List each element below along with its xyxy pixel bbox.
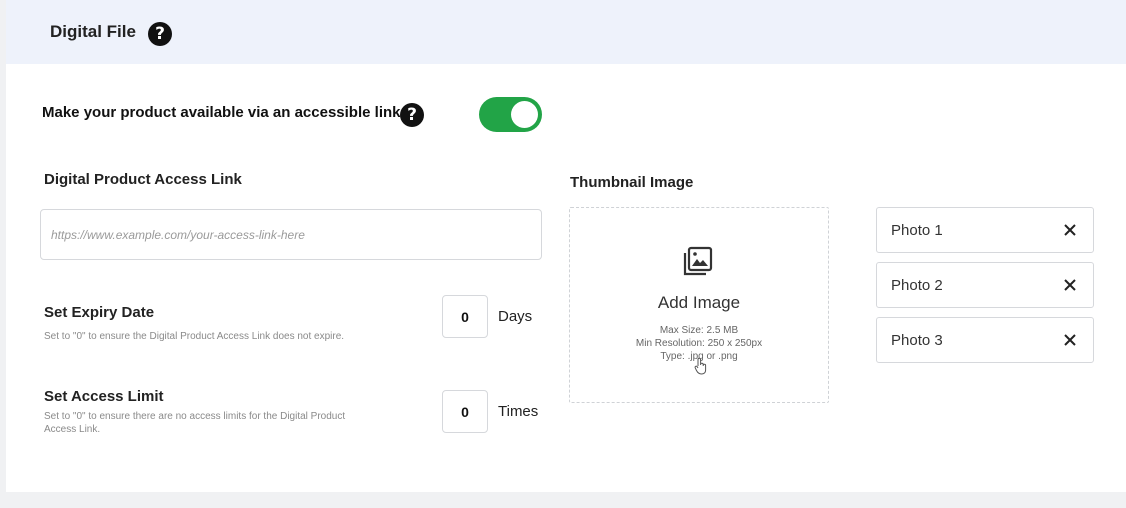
section-title: Digital File	[50, 22, 136, 41]
access-link-label: Digital Product Access Link	[44, 171, 242, 188]
photo-label: Photo 2	[891, 277, 943, 294]
close-icon[interactable]	[1061, 276, 1079, 294]
expiry-unit: Days	[498, 308, 533, 325]
availability-label: Make your product available via an acces…	[42, 104, 401, 121]
toggle-knob	[511, 101, 538, 128]
help-icon[interactable]: ?	[148, 22, 172, 46]
photo-item[interactable]: Photo 1	[876, 207, 1094, 253]
hand-cursor-icon	[694, 357, 708, 380]
access-limit-help-line2: Access Link.	[44, 424, 101, 435]
expiry-days-input[interactable]	[442, 295, 488, 338]
availability-help-icon[interactable]: ?	[400, 103, 424, 127]
access-link-input[interactable]	[40, 209, 542, 260]
access-limit-help-line1: Set to "0" to ensure there are no access…	[44, 411, 346, 422]
thumbnail-label: Thumbnail Image	[570, 174, 694, 191]
thumbnail-dropzone[interactable]: Add Image Max Size: 2.5 MB Min Resolutio…	[569, 207, 829, 403]
photo-item[interactable]: Photo 2	[876, 262, 1094, 308]
max-size-info: Max Size: 2.5 MB	[659, 325, 739, 336]
photo-label: Photo 3	[891, 332, 943, 349]
image-gallery-icon	[681, 245, 715, 284]
access-limit-title: Set Access Limit	[44, 388, 164, 405]
min-resolution-info: Min Resolution: 250 x 250px	[635, 338, 763, 349]
availability-toggle[interactable]	[479, 97, 542, 132]
photo-item[interactable]: Photo 3	[876, 317, 1094, 363]
expiry-title: Set Expiry Date	[44, 304, 155, 321]
expiry-help: Set to "0" to ensure the Digital Product…	[44, 331, 345, 342]
access-limit-unit: Times	[498, 403, 539, 420]
access-limit-input[interactable]	[442, 390, 488, 433]
add-image-label: Add Image	[657, 293, 741, 312]
close-icon[interactable]	[1061, 331, 1079, 349]
photo-label: Photo 1	[891, 222, 943, 239]
section-header: Digital File ?	[6, 0, 1126, 64]
close-icon[interactable]	[1061, 221, 1079, 239]
